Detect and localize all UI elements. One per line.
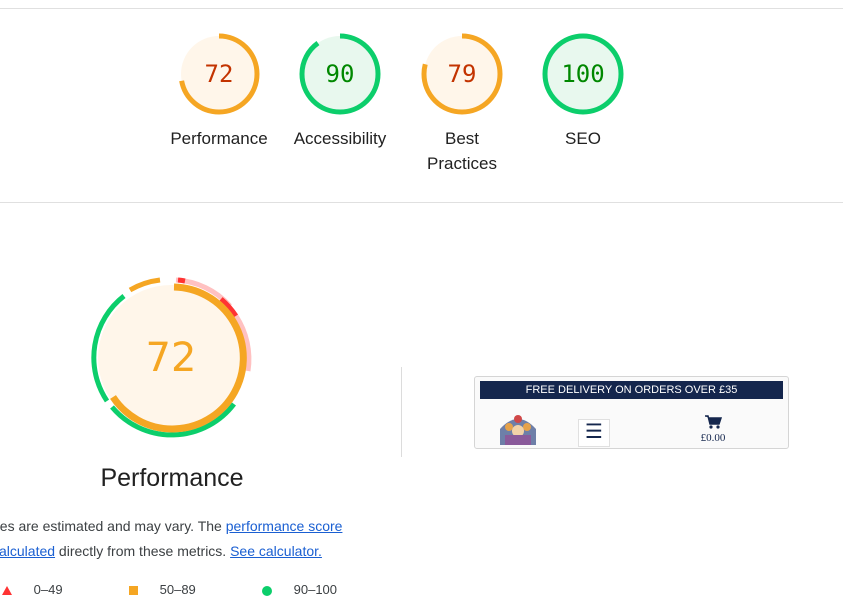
- top-divider: [0, 8, 843, 9]
- legend-average: 50–89: [129, 582, 196, 597]
- cart-total: £0.00: [700, 432, 726, 444]
- performance-description: ues are estimated and may vary. The perf…: [0, 514, 392, 564]
- shopping-cart-icon[interactable]: [703, 415, 723, 429]
- performance-score-link[interactable]: performance score: [226, 518, 343, 534]
- desc-text-2: directly from these metrics.: [55, 543, 231, 559]
- legend-fail: 0–49: [2, 582, 63, 597]
- gauge-accessibility[interactable]: 90 Accessibility: [280, 32, 400, 151]
- shop-logo-icon: [500, 415, 536, 445]
- gauge-score: 72: [204, 60, 234, 88]
- gauge-best-practices[interactable]: 79 Best Practices: [402, 32, 522, 176]
- legend-range: 90–100: [293, 582, 338, 597]
- gauge-label: Best Practices: [427, 129, 497, 173]
- performance-score: 72: [145, 335, 197, 381]
- gauge-score: 79: [447, 60, 477, 88]
- legend-range: 50–89: [159, 582, 196, 597]
- gauge-label: SEO: [565, 129, 601, 148]
- section-divider: [0, 202, 843, 203]
- delivery-banner: FREE DELIVERY ON ORDERS OVER £35: [480, 381, 783, 399]
- calculated-link[interactable]: calculated: [0, 543, 55, 559]
- desc-text: ues are estimated and may vary. The: [0, 518, 226, 534]
- gauge-label: Accessibility: [293, 129, 387, 148]
- gauge-seo[interactable]: 100 SEO: [523, 32, 643, 151]
- see-calculator-link[interactable]: See calculator.: [230, 543, 322, 559]
- performance-title: Performance: [100, 464, 244, 492]
- legend-pass: 90–100: [262, 582, 338, 597]
- page-screenshot-thumbnail[interactable]: FREE DELIVERY ON ORDERS OVER £35 ☰ £0.00: [474, 376, 789, 449]
- hamburger-menu-icon[interactable]: ☰: [578, 419, 610, 447]
- gauge-label: Performance: [170, 129, 268, 148]
- gauge-score: 100: [561, 60, 605, 88]
- gauge-performance[interactable]: 72 Performance: [159, 32, 279, 151]
- gauge-score: 90: [325, 60, 355, 88]
- legend-range: 0–49: [33, 582, 63, 597]
- vertical-divider: [401, 367, 402, 457]
